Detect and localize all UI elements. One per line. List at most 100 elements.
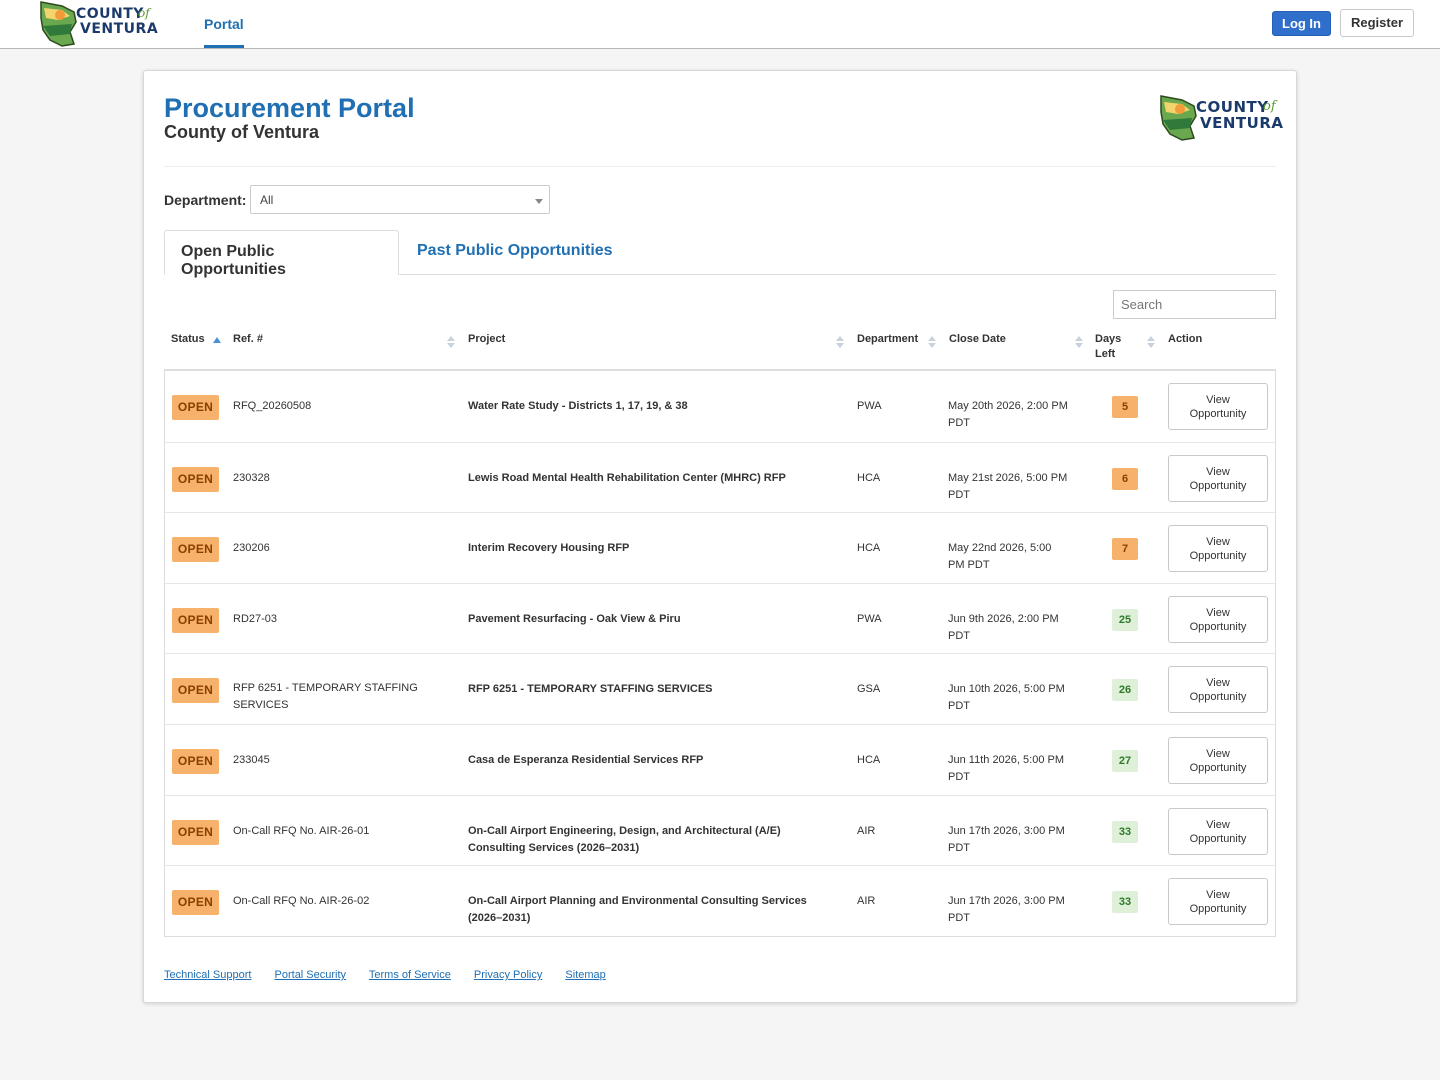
close-date: May 21st 2026, 5:00 PM PDT [948, 470, 1088, 504]
close-date-line1: Jun 17th 2026, 3:00 PM [948, 824, 1065, 837]
search-input[interactable] [1113, 290, 1276, 319]
sort-icon[interactable] [447, 336, 455, 352]
project-name[interactable]: Pavement Resurfacing - Oak View & Piru [468, 611, 848, 628]
ref-number: On-Call RFQ No. AIR-26-01 [233, 823, 453, 840]
ref-number: 230206 [233, 540, 453, 557]
close-date: Jun 11th 2026, 5:00 PM PDT [948, 752, 1088, 786]
close-date-line2: PDT [948, 770, 970, 783]
days-left-badge: 7 [1112, 538, 1138, 561]
tab-open-opportunities[interactable]: Open Public Opportunities [164, 230, 399, 278]
project-name-line1: Interim Recovery Housing RFP [468, 542, 630, 555]
logo-of-text: of [138, 6, 150, 20]
footer-link-sitemap[interactable]: Sitemap [565, 969, 605, 981]
col-header-project[interactable]: Project [468, 332, 505, 347]
project-name[interactable]: Water Rate Study - Districts 1, 17, 19, … [468, 398, 848, 415]
project-name[interactable]: Interim Recovery Housing RFP [468, 540, 848, 557]
logo-ventura-text: VENTURA [1200, 114, 1284, 132]
department-code: HCA [857, 753, 881, 766]
table-row: OPEN RFQ_20260508 Water Rate Study - Distr… [165, 371, 1275, 442]
project-name[interactable]: On-Call Airport Planning and Environment… [468, 893, 848, 927]
view-opportunity-line2: Opportunity [1189, 691, 1247, 704]
project-name[interactable]: On-Call Airport Engineering, Design, and… [468, 823, 848, 857]
project-name-line1: Lewis Road Mental Health Rehabilitation … [468, 471, 786, 484]
register-button[interactable]: Register [1340, 9, 1414, 37]
ref-number-line1: 233045 [233, 753, 270, 766]
project-name[interactable]: Lewis Road Mental Health Rehabilitation … [468, 470, 848, 487]
view-opportunity-line2: Opportunity [1189, 620, 1247, 633]
login-button[interactable]: Log In [1272, 11, 1331, 36]
ref-number-line1: On-Call RFQ No. AIR-26-02 [233, 895, 370, 908]
project-name[interactable]: Casa de Esperanza Residential Services R… [468, 752, 848, 769]
ref-number-line1: RD27-03 [233, 612, 278, 625]
close-date: Jun 17th 2026, 3:00 PM PDT [948, 823, 1088, 857]
nav-tab-portal[interactable]: Portal [204, 0, 244, 48]
footer-link-terms[interactable]: Terms of Service [369, 969, 451, 981]
view-opportunity-line1: View [1206, 889, 1230, 902]
footer-link-privacy[interactable]: Privacy Policy [474, 969, 542, 981]
footer-link-portal-security[interactable]: Portal Security [275, 969, 347, 981]
view-opportunity-line2: Opportunity [1189, 408, 1247, 420]
status-badge: OPEN [172, 819, 219, 845]
close-date-line2: PDT [948, 629, 970, 642]
view-opportunity-line2: Opportunity [1189, 550, 1247, 563]
view-opportunity-button[interactable]: View Opportunity [1168, 736, 1268, 784]
col-header-close-date[interactable]: Close Date [949, 332, 1006, 347]
close-date-line2: PDT [948, 700, 970, 713]
county-seal-icon [1160, 95, 1197, 141]
view-opportunity-button[interactable]: View Opportunity [1168, 454, 1268, 502]
close-date-line2: PDT [948, 841, 970, 854]
sort-icon[interactable] [928, 336, 936, 352]
view-opportunity-button[interactable]: View Opportunity [1168, 666, 1268, 714]
sort-icon[interactable] [836, 336, 844, 352]
col-header-ref[interactable]: Ref. # [233, 332, 263, 347]
ref-number: 230328 [233, 470, 453, 487]
table-row: OPEN RFP 6251 - TEMPORARY STAFFING SERVICE… [165, 653, 1275, 724]
ref-number-line1: RFQ_20260508 [233, 400, 312, 412]
project-name-line1: Pavement Resurfacing - Oak View & Piru [468, 612, 681, 625]
table-body: OPEN RFQ_20260508 Water Rate Study - Distr… [164, 371, 1276, 937]
view-opportunity-button[interactable]: View Opportunity [1168, 595, 1268, 643]
sort-icon[interactable] [1075, 336, 1083, 352]
department-code: PWA [857, 400, 882, 412]
days-left-badge: 26 [1112, 679, 1138, 702]
opportunity-tabs: Open Public Opportunities Past Public Op… [164, 230, 1276, 278]
ref-number: On-Call RFQ No. AIR-26-02 [233, 893, 453, 910]
view-opportunity-line1: View [1206, 818, 1230, 831]
project-name[interactable]: RFP 6251 - TEMPORARY STAFFING SERVICES [468, 681, 848, 698]
view-opportunity-button[interactable]: View Opportunity [1168, 383, 1268, 430]
ref-number: RD27-03 [233, 611, 453, 628]
table-row: OPEN On-Call RFQ No. AIR-26-02 On-Call Air… [165, 865, 1275, 936]
col-header-days-left[interactable]: Days Left [1095, 332, 1121, 362]
county-logo-large: COUNTY of VENTURA [1160, 92, 1284, 144]
view-opportunity-line2: Opportunity [1189, 479, 1247, 492]
view-opportunity-button[interactable]: View Opportunity [1168, 878, 1268, 926]
view-opportunity-line2: Opportunity [1189, 761, 1247, 774]
sort-icon[interactable] [1147, 336, 1155, 352]
close-date-line1: Jun 10th 2026, 5:00 PM [948, 683, 1065, 696]
department-select[interactable]: All [250, 185, 550, 214]
days-left-badge: 27 [1112, 749, 1138, 772]
col-header-status[interactable]: Status [171, 332, 205, 347]
ref-number-line1: 230328 [233, 471, 270, 484]
sort-ascending-icon[interactable] [213, 337, 221, 343]
status-badge: OPEN [172, 748, 219, 774]
tab-past-opportunities[interactable]: Past Public Opportunities [401, 230, 629, 275]
view-opportunity-line2: Opportunity [1189, 903, 1247, 916]
footer-link-technical-support[interactable]: Technical Support [164, 969, 251, 981]
project-name-line1: Casa de Esperanza Residential Services R… [468, 753, 704, 766]
close-date-line1: Jun 11th 2026, 5:00 PM [948, 753, 1064, 766]
page-subtitle: County of Ventura [164, 122, 320, 142]
status-badge: OPEN [172, 537, 219, 563]
status-badge: OPEN [172, 607, 219, 633]
days-left-line2: Left [1095, 348, 1116, 360]
county-logo[interactable]: COUNTY of VENTURA [40, 0, 158, 48]
close-date-line1: May 21st 2026, 5:00 PM [948, 471, 1068, 484]
close-date-line1: May 20th 2026, 2:00 PM [948, 400, 1068, 412]
logo-county-text: COUNTY [76, 6, 144, 22]
close-date-line1: Jun 9th 2026, 2:00 PM [948, 612, 1059, 625]
ref-number-line2: SERVICES [233, 699, 289, 712]
view-opportunity-button[interactable]: View Opportunity [1168, 807, 1268, 855]
project-name-line2: Consulting Services (2026–2031) [468, 841, 640, 854]
view-opportunity-button[interactable]: View Opportunity [1168, 525, 1268, 573]
col-header-department[interactable]: Department [857, 332, 918, 347]
